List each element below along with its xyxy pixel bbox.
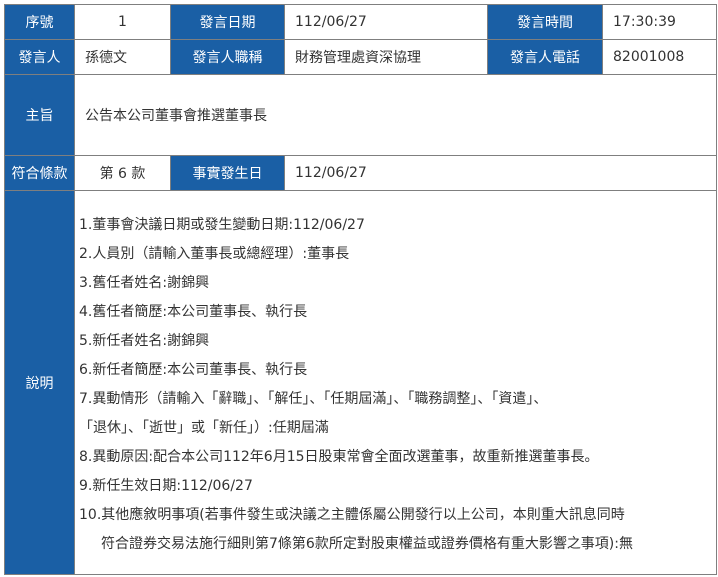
description-label: 說明 [4,190,75,575]
seq-label: 序號 [4,4,75,40]
row-meta-1: 序號 1 發言日期 112/06/27 發言時間 17:30:39 [4,4,717,40]
description-line: 3.舊任者姓名:謝錦興 [79,274,210,291]
description-line: 8.異動原因:配合本公司112年6月15日股東常會全面改選董事，故重新推選董事長… [79,448,599,465]
subject-label: 主旨 [4,74,75,156]
row-description: 說明 1.董事會決議日期或發生變動日期:112/06/27 2.人員別（請輸入董… [4,190,717,575]
speaker-label: 發言人 [4,39,75,75]
speaker-phone-value: 82001008 [602,39,717,75]
description-line: 符合證券交易法施行細則第7條第6款所定對股東權益或證券價格有重大影響之事項):無 [101,535,633,552]
time-value: 17:30:39 [602,4,717,40]
announcement-table: 序號 1 發言日期 112/06/27 發言時間 17:30:39 發言人 孫德… [4,4,717,575]
seq-value: 1 [74,4,171,40]
description-line: 9.新任生效日期:112/06/27 [79,477,253,494]
time-label: 發言時間 [487,4,603,40]
fact-date-value: 112/06/27 [284,155,717,191]
row-meta-2: 發言人 孫德文 發言人職稱 財務管理處資深協理 發言人電話 82001008 [4,39,717,75]
row-subject: 主旨 公告本公司董事會推選董事長 [4,74,717,156]
description-line: 10.其他應敘明事項(若事件發生或決議之主體係屬公開發行以上公司，本則重大訊息同… [79,506,625,523]
description-line: 「退休」、「逝世」或「新任」）:任期屆滿 [79,419,329,436]
description-line: 7.異動情形（請輸入「辭職」、「解任」、「任期屆滿」、「職務調整」、「資遣」、 [79,390,548,407]
description-line: 6.新任者簡歷:本公司董事長、執行長 [79,361,308,378]
date-label: 發言日期 [170,4,285,40]
fact-date-label: 事實發生日 [170,155,285,191]
description-line: 4.舊任者簡歷:本公司董事長、執行長 [79,303,308,320]
description-body: 1.董事會決議日期或發生變動日期:112/06/27 2.人員別（請輸入董事長或… [74,190,717,575]
speaker-title-value: 財務管理處資深協理 [284,39,488,75]
row-clause: 符合條款 第 6 款 事實發生日 112/06/27 [4,155,717,191]
clause-label: 符合條款 [4,155,75,191]
speaker-phone-label: 發言人電話 [487,39,603,75]
speaker-value: 孫德文 [74,39,171,75]
description-line: 5.新任者姓名:謝錦興 [79,332,210,349]
subject-value: 公告本公司董事會推選董事長 [74,74,717,156]
date-value: 112/06/27 [284,4,488,40]
speaker-title-label: 發言人職稱 [170,39,285,75]
description-line: 1.董事會決議日期或發生變動日期:112/06/27 [79,216,365,233]
description-line: 2.人員別（請輸入董事長或總經理）:董事長 [79,245,350,262]
clause-value: 第 6 款 [74,155,171,191]
